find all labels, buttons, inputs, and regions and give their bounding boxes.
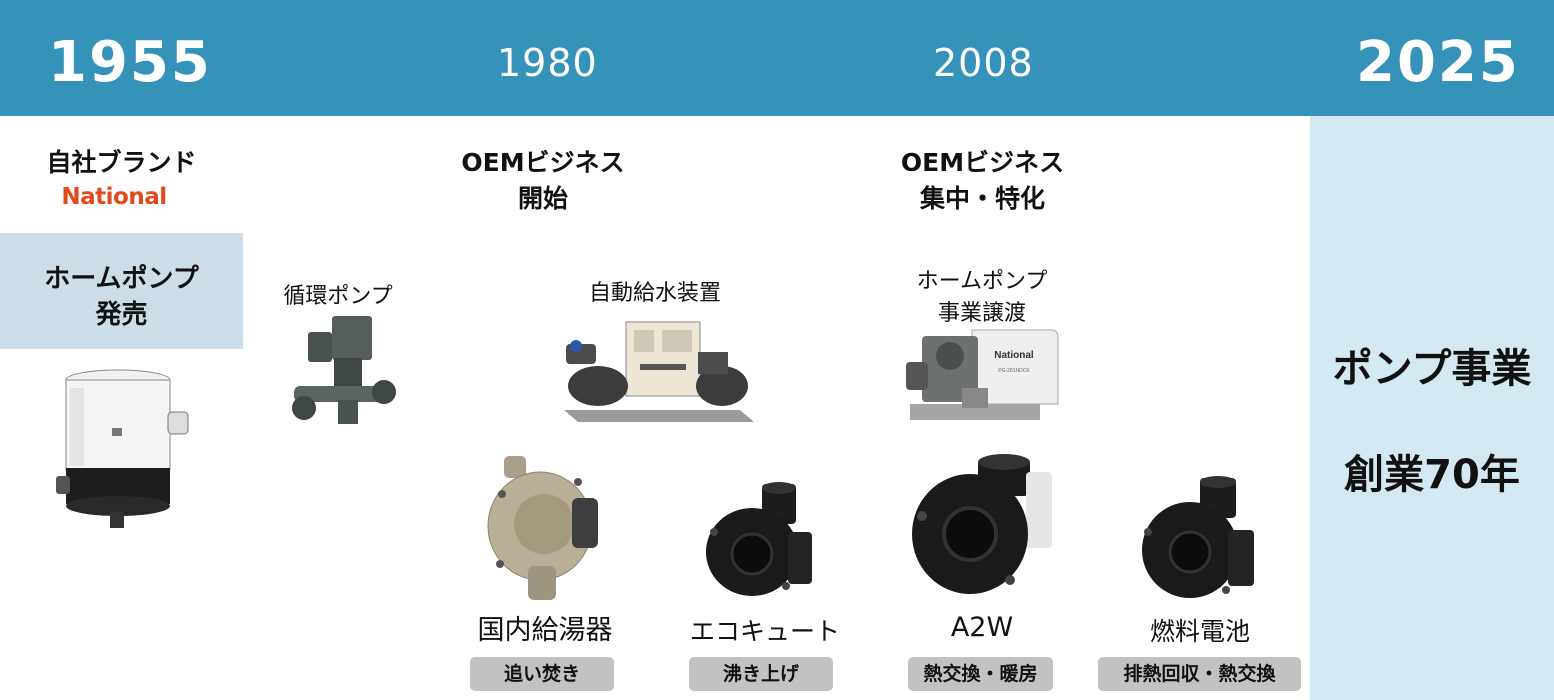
home-pump-transfer-line1: ホームポンプ bbox=[916, 269, 1048, 294]
fuel-cell-tag: 排熱回収・熱交換 bbox=[1098, 657, 1301, 691]
anniversary-business: ポンプ事業 bbox=[1332, 346, 1532, 392]
anniversary-years: 創業70年 bbox=[1344, 452, 1520, 498]
anniversary-panel bbox=[1310, 116, 1554, 700]
pump-nameplate-brand: National bbox=[994, 350, 1034, 361]
domestic-water-heater-image bbox=[480, 454, 606, 604]
year-1980: 1980 bbox=[497, 41, 598, 85]
home-pump-launch-line1: ホームポンプ bbox=[44, 264, 199, 294]
home-pump-transfer-line2: 事業譲渡 bbox=[937, 301, 1026, 326]
own-brand-title: 自社ブランド bbox=[46, 148, 197, 177]
auto-water-supply-label: 自動給水装置 bbox=[588, 281, 721, 306]
oem-focus-line1: OEMビジネス bbox=[900, 148, 1065, 177]
year-2008: 2008 bbox=[933, 41, 1034, 85]
eco-cute-tag: 沸き上げ bbox=[689, 657, 833, 691]
national-logo: National bbox=[61, 184, 167, 210]
year-2025: 2025 bbox=[1356, 30, 1520, 95]
timeline-header bbox=[0, 0, 1554, 116]
a2w-tag: 熱交換・暖房 bbox=[908, 657, 1053, 691]
fuel-cell-image bbox=[1136, 476, 1260, 604]
circulation-pump-label: 循環ポンプ bbox=[283, 284, 393, 309]
circulation-pump-image bbox=[288, 312, 398, 430]
eco-cute-image bbox=[700, 482, 820, 602]
pump-nameplate-model: PG-281NDCK bbox=[998, 368, 1030, 374]
auto-water-supply-image bbox=[558, 318, 758, 430]
year-1955: 1955 bbox=[48, 30, 212, 95]
oem-start-line2: 開始 bbox=[517, 184, 568, 213]
oem-focus-line2: 集中・特化 bbox=[919, 184, 1045, 213]
domestic-water-heater-tag: 追い焚き bbox=[470, 657, 614, 691]
home-pump-transfer-image: National PG-281NDCK bbox=[902, 326, 1062, 426]
home-pump-launch-line2: 発売 bbox=[95, 300, 148, 330]
eco-cute-label: エコキュート bbox=[689, 617, 840, 646]
fuel-cell-label: 燃料電池 bbox=[1149, 617, 1250, 646]
home-pump-image bbox=[48, 368, 198, 538]
domestic-water-heater-label: 国内給湯器 bbox=[477, 615, 613, 646]
a2w-label: A2W bbox=[950, 612, 1014, 643]
a2w-image bbox=[906, 454, 1056, 604]
oem-start-line1: OEMビジネス bbox=[461, 148, 625, 177]
